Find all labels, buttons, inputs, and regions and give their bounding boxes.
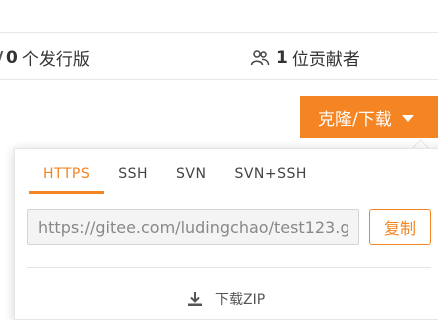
contributors-label: 位贡献者 bbox=[291, 50, 360, 70]
copy-button[interactable]: 复制 bbox=[369, 209, 431, 245]
clone-download-label: 克隆/下载 bbox=[318, 109, 392, 130]
releases-count: 0 bbox=[6, 47, 18, 68]
clone-dropdown-panel: HTTPS SSH SVN SVN+SSH 复制 下载ZIP bbox=[14, 148, 438, 320]
clone-url-input[interactable] bbox=[27, 209, 359, 245]
caret-down-icon bbox=[401, 114, 414, 122]
tab-svn-ssh[interactable]: SVN+SSH bbox=[220, 163, 320, 191]
download-zip-label: 下载ZIP bbox=[215, 292, 266, 308]
clone-url-row: 复制 bbox=[27, 209, 431, 245]
contributors-stat[interactable]: 1 位贡献者 bbox=[250, 45, 360, 70]
download-icon bbox=[188, 292, 202, 306]
download-zip-link[interactable]: 下载ZIP bbox=[187, 289, 265, 309]
tab-https[interactable]: HTTPS bbox=[29, 163, 105, 194]
releases-label: 个发行版 bbox=[21, 50, 90, 70]
tab-svn[interactable]: SVN bbox=[162, 163, 220, 191]
releases-stat[interactable]: 0 个发行版 bbox=[0, 45, 90, 71]
clone-download-button[interactable]: 克隆/下载 bbox=[300, 96, 438, 138]
protocol-tabs: HTTPS SSH SVN SVN+SSH bbox=[29, 163, 321, 194]
contributors-icon bbox=[250, 49, 270, 65]
contributors-count: 1 bbox=[276, 47, 288, 68]
tag-icon bbox=[0, 50, 2, 66]
panel-divider bbox=[27, 267, 431, 268]
repo-stats-bar: 0 个发行版 1 位贡献者 bbox=[0, 32, 438, 80]
tab-ssh[interactable]: SSH bbox=[104, 163, 162, 191]
